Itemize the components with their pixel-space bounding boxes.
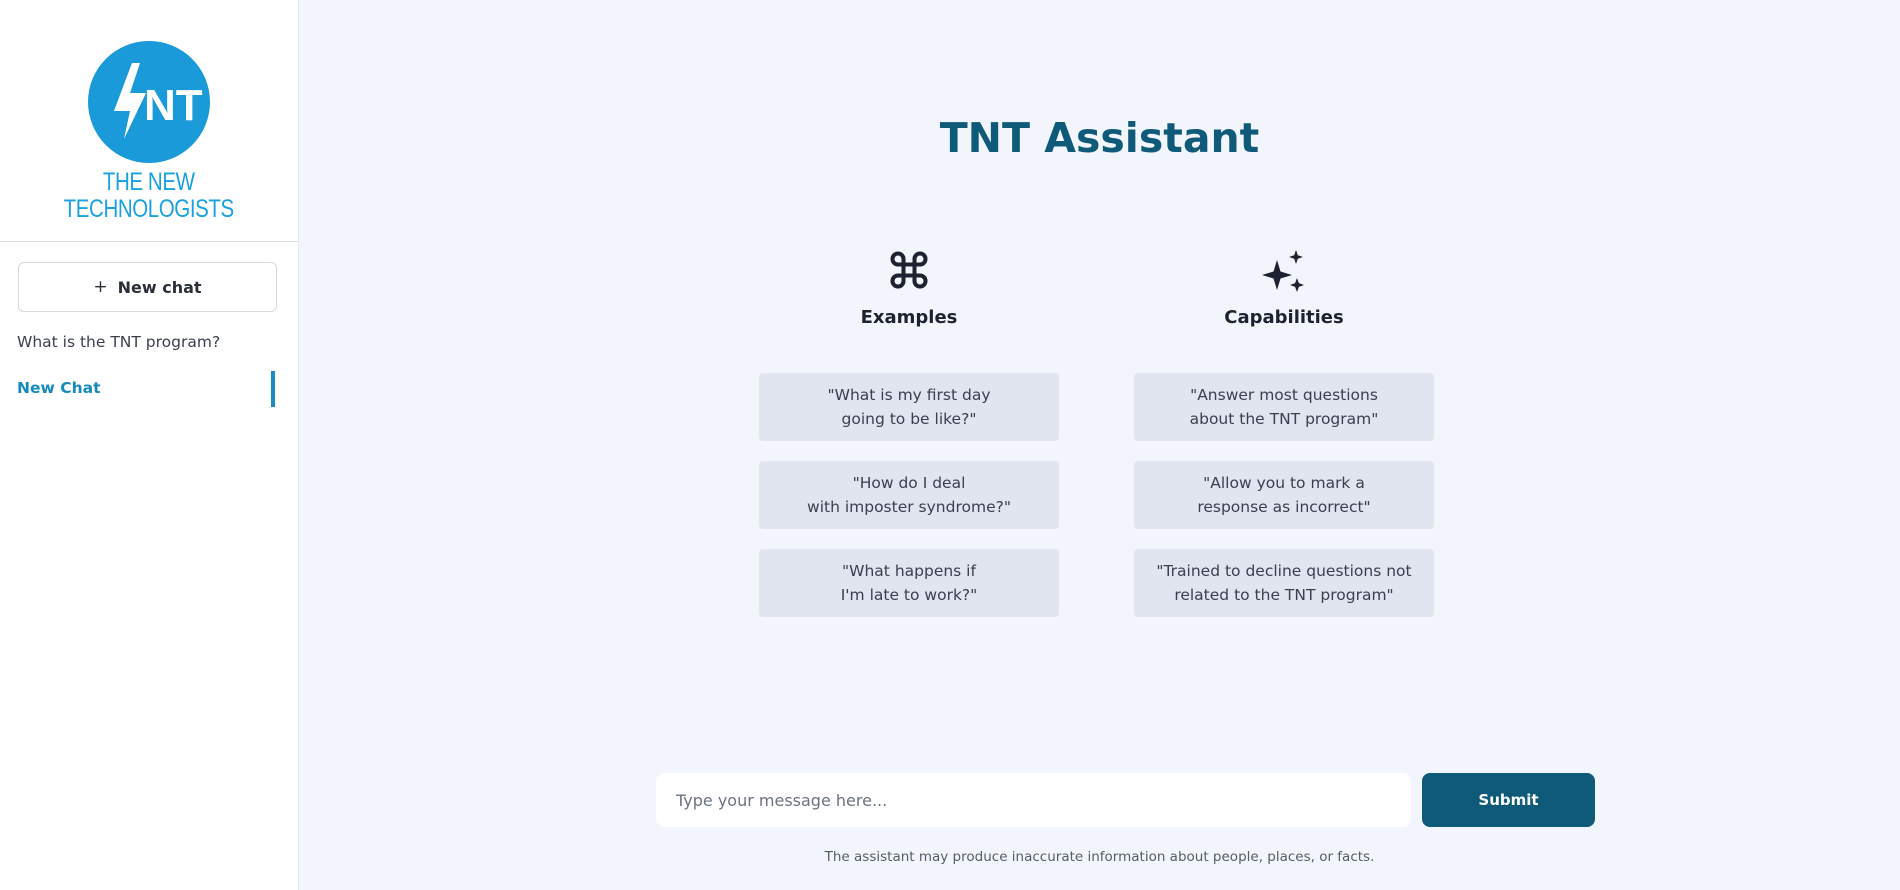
svg-text:NT: NT bbox=[144, 81, 203, 130]
command-icon bbox=[759, 248, 1059, 298]
app-window: NT THE NEW TECHNOLOGISTS + New chat What… bbox=[0, 0, 1900, 890]
page-title: TNT Assistant bbox=[939, 114, 1260, 162]
examples-heading: Examples bbox=[860, 307, 958, 328]
message-input[interactable] bbox=[656, 773, 1411, 827]
capability-card: "Trained to decline questions not relate… bbox=[1134, 549, 1434, 617]
disclaimer-text: The assistant may produce inaccurate inf… bbox=[824, 849, 1375, 865]
brand-name: THE NEW TECHNOLOGISTS bbox=[64, 169, 234, 223]
capabilities-column: Capabilities "Answer most questions abou… bbox=[1134, 248, 1434, 617]
new-chat-button[interactable]: + New chat bbox=[18, 262, 277, 312]
brand-line-1: THE NEW bbox=[103, 168, 195, 196]
capabilities-heading: Capabilities bbox=[1224, 307, 1344, 328]
new-chat-label: New chat bbox=[117, 277, 202, 297]
example-card[interactable]: "What happens if I'm late to work?" bbox=[759, 549, 1059, 617]
examples-column: Examples "What is my first day going to … bbox=[759, 248, 1059, 617]
example-card[interactable]: "How do I deal with imposter syndrome?" bbox=[759, 461, 1059, 529]
history-item-tnt-program[interactable]: What is the TNT program? bbox=[17, 333, 220, 351]
sidebar: NT THE NEW TECHNOLOGISTS + New chat What… bbox=[0, 0, 299, 890]
active-indicator bbox=[271, 371, 275, 407]
example-card[interactable]: "What is my first day going to be like?" bbox=[759, 373, 1059, 441]
main-panel: TNT Assistant Examples "What is my first… bbox=[299, 0, 1900, 890]
sparkles-icon bbox=[1134, 248, 1434, 298]
brand-line-2: TECHNOLOGISTS bbox=[63, 195, 235, 223]
brand-header: NT THE NEW TECHNOLOGISTS bbox=[0, 0, 298, 242]
history-item-new-chat[interactable]: New Chat bbox=[17, 379, 100, 397]
tnt-logo-icon: NT bbox=[88, 41, 210, 163]
capability-card: "Allow you to mark a response as incorre… bbox=[1134, 461, 1434, 529]
capability-card: "Answer most questions about the TNT pro… bbox=[1134, 373, 1434, 441]
plus-icon: + bbox=[93, 277, 108, 297]
submit-button[interactable]: Submit bbox=[1422, 773, 1595, 827]
